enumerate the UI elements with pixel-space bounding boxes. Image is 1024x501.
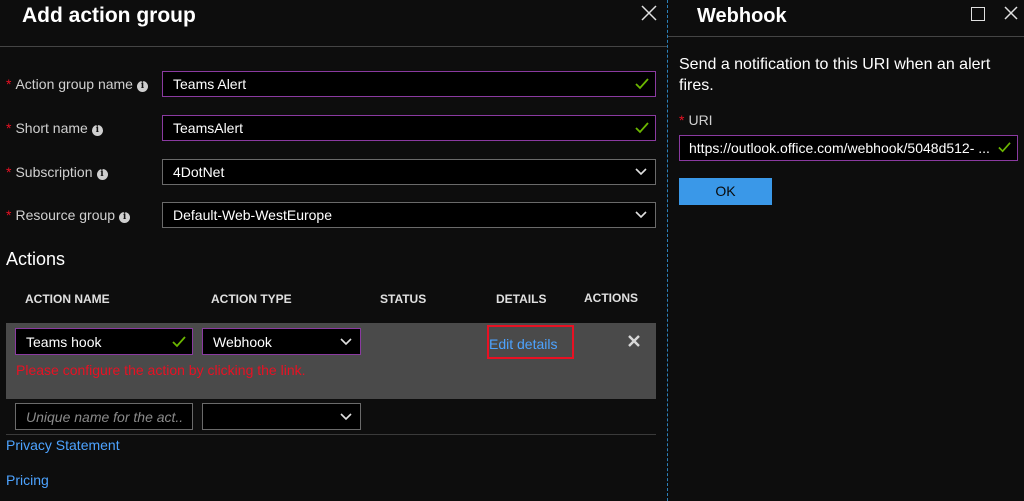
checkmark-icon bbox=[635, 122, 649, 134]
subscription-label: * Subscription i bbox=[6, 164, 108, 180]
chevron-down-icon bbox=[635, 211, 647, 219]
uri-input[interactable]: https://outlook.office.com/webhook/5048d… bbox=[679, 135, 1018, 161]
short-name-label: * Short name i bbox=[6, 120, 103, 136]
info-icon[interactable]: i bbox=[96, 169, 108, 180]
action-type-select[interactable]: Webhook bbox=[202, 328, 361, 355]
action-error-message: Please configure the action by clicking … bbox=[16, 362, 306, 378]
required-mark: * bbox=[6, 120, 12, 136]
close-icon[interactable] bbox=[1003, 5, 1019, 21]
subscription-row: * Subscription i 4DotNet bbox=[0, 159, 667, 185]
info-icon[interactable]: i bbox=[136, 81, 148, 92]
header-divider bbox=[0, 46, 667, 47]
checkmark-icon bbox=[172, 336, 186, 348]
webhook-panel: Webhook Send a notification to this URI … bbox=[668, 0, 1024, 501]
header-divider bbox=[668, 36, 1024, 37]
required-mark: * bbox=[6, 76, 12, 92]
new-action-type-select[interactable] bbox=[202, 403, 361, 430]
info-icon[interactable]: i bbox=[119, 212, 131, 223]
add-action-group-panel: Add action group * Action group name i Tea… bbox=[0, 0, 667, 501]
section-divider bbox=[6, 434, 656, 435]
privacy-statement-link[interactable]: Privacy Statement bbox=[6, 437, 120, 453]
short-name-input[interactable]: TeamsAlert bbox=[162, 115, 656, 141]
checkmark-icon bbox=[998, 142, 1011, 153]
resource-group-label: * Resource group i bbox=[6, 207, 131, 223]
new-action-name-input[interactable] bbox=[15, 403, 193, 430]
panel-title: Webhook bbox=[697, 5, 787, 27]
close-icon[interactable] bbox=[640, 4, 658, 22]
column-header-action-name: ACTION NAME bbox=[25, 292, 110, 306]
edit-details-link[interactable]: Edit details bbox=[487, 325, 574, 359]
chevron-down-icon bbox=[340, 413, 352, 421]
required-mark: * bbox=[6, 207, 12, 223]
maximize-icon[interactable] bbox=[971, 7, 985, 21]
action-group-name-row: * Action group name i Teams Alert bbox=[0, 71, 667, 97]
resource-group-select[interactable]: Default-Web-WestEurope bbox=[162, 202, 656, 228]
info-icon[interactable]: i bbox=[91, 125, 103, 136]
column-header-details: DETAILS bbox=[496, 292, 547, 306]
action-row: Teams hook Webhook Edit details Please c… bbox=[6, 323, 656, 399]
webhook-description: Send a notification to this URI when an … bbox=[679, 56, 991, 94]
subscription-select[interactable]: 4DotNet bbox=[162, 159, 656, 185]
delete-icon[interactable] bbox=[627, 334, 641, 348]
checkmark-icon bbox=[635, 78, 649, 90]
uri-label: * URI bbox=[679, 112, 713, 128]
column-header-status: STATUS bbox=[380, 292, 427, 306]
ok-button[interactable]: OK bbox=[679, 178, 772, 205]
action-group-name-label: * Action group name i bbox=[6, 76, 148, 92]
short-name-row: * Short name i TeamsAlert bbox=[0, 115, 667, 141]
action-group-name-input[interactable]: Teams Alert bbox=[162, 71, 656, 97]
chevron-down-icon bbox=[635, 168, 647, 176]
action-name-input[interactable]: Teams hook bbox=[15, 328, 193, 355]
pricing-link[interactable]: Pricing bbox=[6, 472, 49, 488]
required-mark: * bbox=[679, 112, 685, 128]
panel-title: Add action group bbox=[22, 4, 196, 27]
resource-group-row: * Resource group i Default-Web-WestEurope bbox=[0, 202, 667, 228]
column-header-action-type: ACTION TYPE bbox=[211, 292, 292, 306]
column-header-actions: ACTIONS bbox=[584, 291, 638, 305]
actions-heading: Actions bbox=[6, 249, 66, 269]
chevron-down-icon bbox=[340, 338, 352, 346]
required-mark: * bbox=[6, 164, 12, 180]
